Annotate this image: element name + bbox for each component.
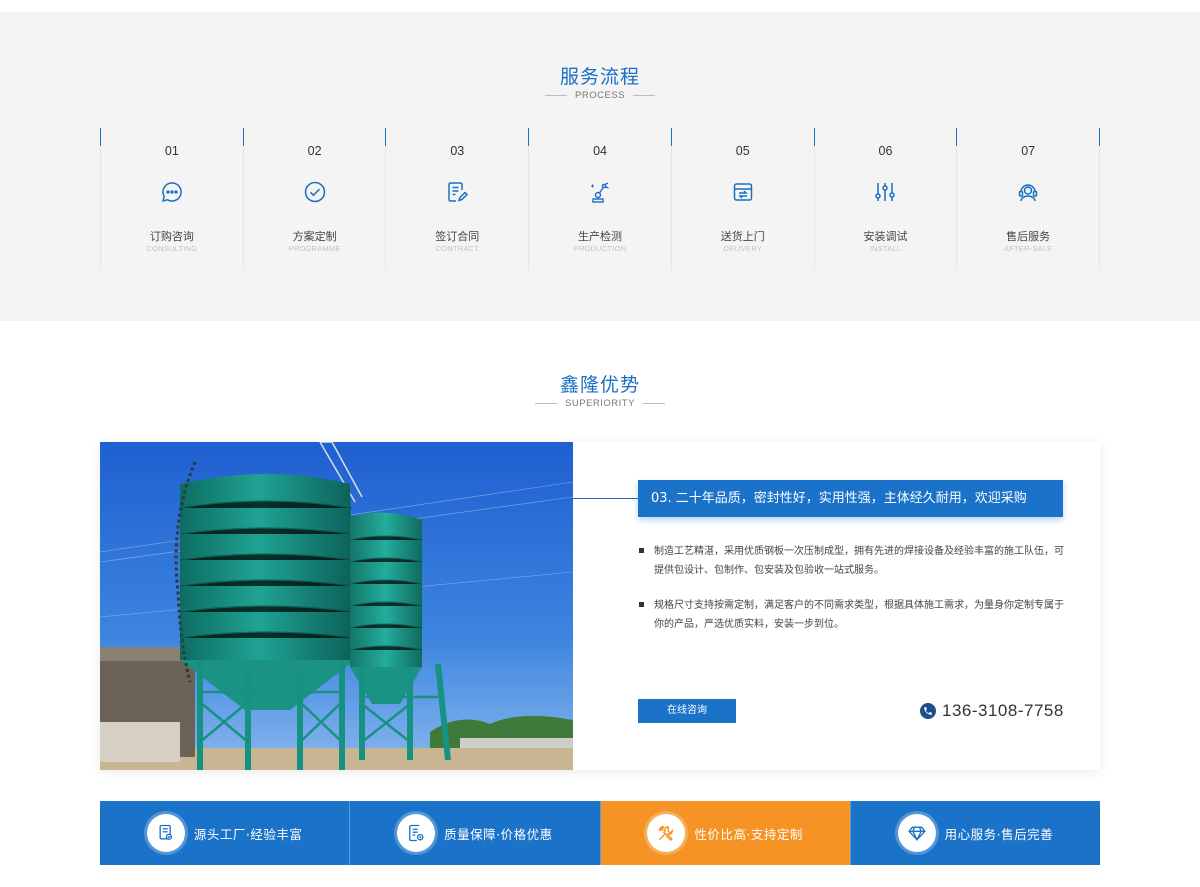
chat-bubble-icon	[160, 180, 184, 204]
superiority-subtitle: SUPERIORITY	[0, 398, 1200, 409]
phone-icon	[920, 703, 936, 719]
step-label-en: INSTALL	[869, 244, 902, 253]
process-step-consulting[interactable]: 01 订购咨询 CONSULTING	[100, 128, 243, 270]
headline-connector	[573, 498, 638, 499]
process-step-programme[interactable]: 02 方案定制 PROGRAMME	[242, 128, 386, 270]
feature-cost-performance[interactable]: 性价比高·支持定制	[600, 801, 851, 865]
process-step-install[interactable]: 06 安装调试 INSTALL	[813, 128, 957, 270]
feature-label: 质量保障·价格优惠	[444, 826, 553, 842]
diamond-icon	[897, 814, 936, 852]
step-label: 方案定制	[292, 230, 337, 243]
feature-label: 用心服务·售后完善	[944, 826, 1054, 842]
step-number: 02	[307, 144, 322, 158]
step-marker	[1099, 128, 1101, 146]
silo-photo	[100, 442, 573, 770]
process-subtitle: PROCESS	[0, 90, 1200, 101]
online-consult-button[interactable]: 在线咨询	[638, 699, 736, 723]
phone-number: 136-3108-7758	[942, 701, 1064, 720]
step-number: 03	[450, 144, 465, 158]
step-label-en: DELIVERY	[723, 244, 763, 253]
feature-label: 性价比高·支持定制	[694, 826, 803, 842]
step-label-en: AFTER-SALE	[1004, 244, 1053, 253]
process-step-after-sale[interactable]: 07 售后服务 AFTER-SALE	[956, 128, 1101, 270]
superiority-headline: 03. 二十年品质，密封性好，实用性强，主体经久耐用，欢迎采购	[638, 480, 1063, 517]
bullet-item: 规格尺寸支持按需定制，满足客户的不同需求类型，根据具体施工需求，为量身你定制专属…	[638, 596, 1068, 634]
divider-line	[642, 403, 665, 404]
sliders-icon	[873, 180, 897, 204]
bullet-item: 制造工艺精湛，采用优质钢板一次压制成型，拥有先进的焊接设备及经验丰富的施工队伍，…	[638, 542, 1068, 580]
quality-doc-icon	[397, 814, 436, 852]
step-label: 签订合同	[435, 230, 480, 243]
feature-source-factory[interactable]: 源头工厂·经验丰富	[100, 801, 351, 865]
divider-line	[632, 95, 655, 96]
process-step-production[interactable]: 04 生产检测 PRODUCTION	[528, 128, 671, 270]
process-subtitle-text: PROCESS	[575, 90, 625, 101]
feature-service[interactable]: 用心服务·售后完善	[850, 801, 1100, 865]
step-label-en: CONSULTING	[146, 244, 198, 253]
process-section: 服务流程 PROCESS 01 订购咨询 CONSULTING 02 方案定制 …	[0, 12, 1200, 321]
step-label: 订购咨询	[149, 230, 194, 243]
step-label: 安装调试	[863, 230, 908, 243]
superiority-bullets: 制造工艺精湛，采用优质钢板一次压制成型，拥有先进的焊接设备及经验丰富的施工队伍，…	[638, 542, 1068, 650]
step-label-en: PROGRAMME	[288, 244, 341, 253]
process-title: 服务流程	[559, 66, 640, 88]
delivery-box-icon	[731, 180, 755, 204]
step-label: 售后服务	[1006, 230, 1051, 243]
robot-arm-icon	[588, 180, 612, 204]
step-number: 06	[878, 144, 893, 158]
tools-icon	[647, 814, 686, 852]
step-number: 04	[593, 144, 607, 158]
divider-line	[545, 95, 568, 96]
step-label-en: PRODUCTION	[573, 244, 627, 253]
step-number: 05	[735, 144, 750, 158]
step-label: 送货上门	[720, 230, 765, 243]
step-label-en: CONTRACT	[435, 244, 479, 253]
superiority-card: 03. 二十年品质，密封性好，实用性强，主体经久耐用，欢迎采购 制造工艺精湛，采…	[100, 442, 1100, 770]
headset-icon	[1016, 180, 1040, 204]
process-steps: 01 订购咨询 CONSULTING 02 方案定制 PROGRAMME 03 …	[100, 128, 1101, 270]
divider-line	[535, 403, 558, 404]
contract-edit-icon	[445, 180, 469, 204]
feature-bar: 源头工厂·经验丰富 质量保障·价格优惠 性价比高·支持定制 用心服务·售后完善	[100, 801, 1100, 865]
process-step-contract[interactable]: 03 签订合同 CONTRACT	[385, 128, 528, 270]
contact-phone[interactable]: 136-3108-7758	[920, 699, 1064, 723]
step-label: 生产检测	[578, 230, 623, 243]
check-circle-icon	[303, 180, 327, 204]
step-number: 01	[164, 144, 179, 158]
superiority-title: 鑫隆优势	[559, 374, 640, 396]
process-step-delivery[interactable]: 05 送货上门 DELIVERY	[670, 128, 814, 270]
factory-badge-icon	[146, 814, 185, 852]
feature-quality[interactable]: 质量保障·价格优惠	[350, 801, 601, 865]
step-number: 07	[1021, 144, 1036, 158]
superiority-subtitle-text: SUPERIORITY	[565, 398, 635, 409]
feature-label: 源头工厂·经验丰富	[193, 826, 303, 842]
